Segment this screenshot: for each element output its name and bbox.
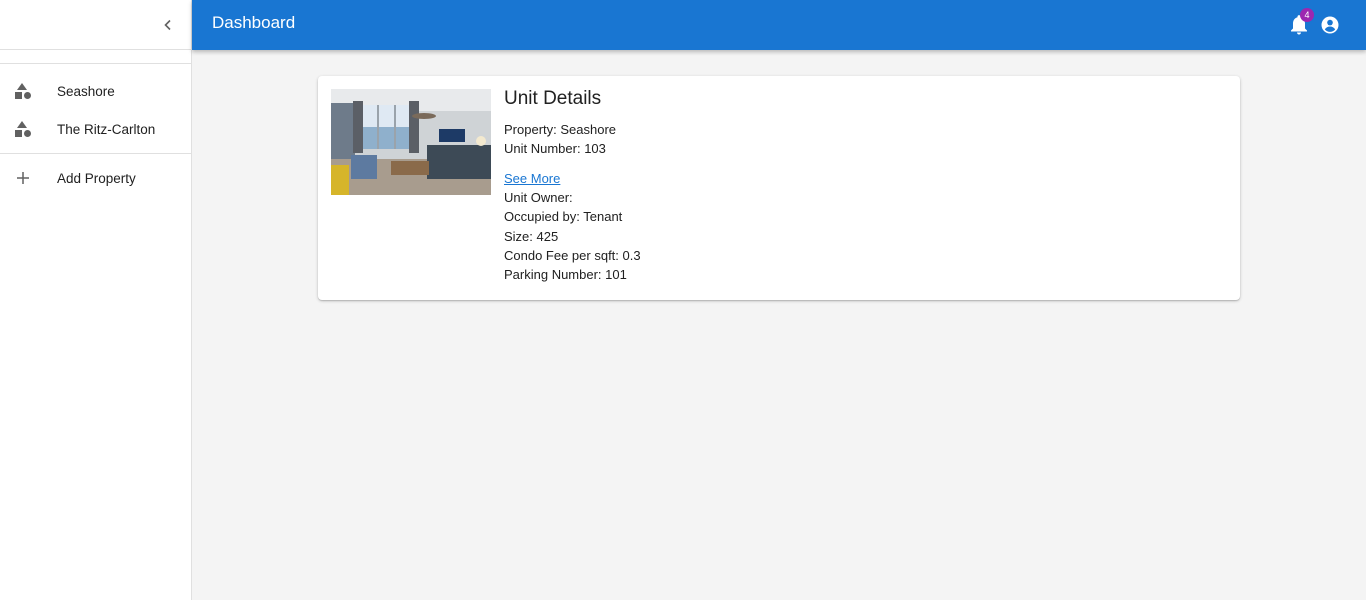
property-text: Property: Seashore <box>504 122 617 137</box>
sidebar-item-ritz-carlton[interactable]: The Ritz-Carlton <box>0 110 191 148</box>
unit-details-title: Unit Details <box>504 88 602 109</box>
unit-owner-text: Unit Owner: <box>504 189 573 205</box>
add-property-label: Add Property <box>57 170 136 186</box>
unit-card: Unit Details Property: Seashore Unit Num… <box>318 76 1240 300</box>
sidebar-item-seashore[interactable]: Seashore <box>0 72 191 110</box>
condo-fee-text: Condo Fee per sqft: 0.3 <box>504 248 641 264</box>
unit-photo <box>331 89 491 195</box>
size-text: Size: 425 <box>504 228 559 244</box>
parking-number-text: Parking Number: 101 <box>504 267 627 283</box>
shapes-icon <box>14 82 32 100</box>
sidebar-item-label: The Ritz-Carlton <box>57 121 156 137</box>
occupied-by-text: Occupied by: Tenant <box>504 209 623 225</box>
notification-badge: 4 <box>1300 8 1314 22</box>
account-button[interactable] <box>1319 14 1341 36</box>
unit-details: Unit Details Property: Seashore Unit Num… <box>504 88 641 285</box>
unit-number-text: Unit Number: 103 <box>504 141 606 157</box>
plus-icon <box>14 169 32 187</box>
page-title: Dashboard <box>212 13 296 32</box>
shapes-icon <box>14 120 32 138</box>
drawer-header <box>0 0 191 50</box>
app-bar: Dashboard 4 <box>192 0 1366 50</box>
account-circle-icon <box>1321 16 1339 34</box>
sidebar-item-label: Seashore <box>57 83 115 99</box>
see-more-link[interactable]: See More <box>504 169 560 188</box>
chevron-left-icon <box>164 19 171 31</box>
collapse-drawer-button[interactable] <box>155 12 181 38</box>
side-drawer: Seashore The Ritz-Carlton Add Property <box>0 0 192 600</box>
add-property-button[interactable]: Add Property <box>0 159 191 197</box>
